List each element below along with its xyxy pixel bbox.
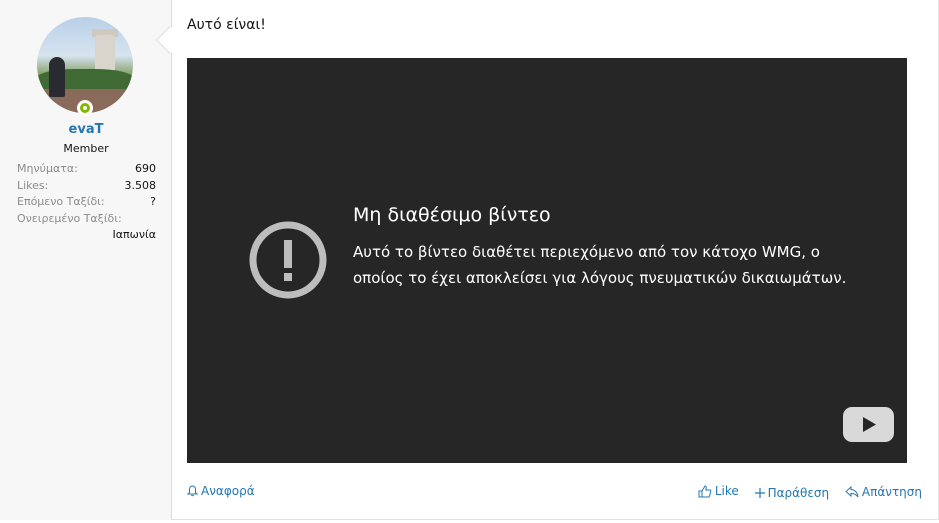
stat-value[interactable]: 690 — [135, 162, 156, 175]
video-unavailable-message: Αυτό το βίντεο διαθέτει περιεχόμενο από … — [353, 243, 847, 287]
stat-label: Μηνύματα: — [17, 162, 78, 175]
alert-circle-icon — [249, 221, 327, 299]
forum-post: evaT Member Μηνύματα: 690 Likes: 3.508 Ε… — [0, 0, 939, 520]
stat-label: Likes: — [17, 178, 49, 192]
stat-value: 3.508 — [124, 178, 157, 192]
stat-value: ? — [150, 195, 156, 208]
reply-button[interactable]: Απάντηση — [845, 485, 922, 499]
message-body-text: Αυτό είναι! — [187, 17, 266, 33]
stat-row-likes: Likes: 3.508 — [17, 179, 156, 196]
stat-row-dream-trip: Ονειρεμένο Ταξίδι: Ιαπωνία — [17, 212, 156, 245]
user-avatar[interactable] — [37, 17, 133, 113]
username-link[interactable]: evaT — [0, 122, 172, 137]
stat-label: Ονειρεμένο Ταξίδι: — [17, 211, 122, 225]
user-stats: Μηνύματα: 690 Likes: 3.508 Επόμενο Ταξίδ… — [17, 162, 156, 245]
stat-row-next-trip: Επόμενο Ταξίδι: ? — [17, 195, 156, 212]
youtube-logo-icon[interactable] — [843, 407, 894, 442]
stat-label: Επόμενο Ταξίδι: — [17, 195, 105, 208]
embedded-video-player[interactable]: Μη διαθέσιμο βίντεο Αυτό το βίντεο διαθέ… — [187, 58, 907, 463]
user-title: Member — [63, 142, 109, 155]
reply-arrow-icon — [845, 485, 859, 497]
like-label: Like — [714, 484, 739, 498]
video-unavailable-title: Μη διαθέσιμο βίντεο — [353, 204, 551, 226]
stat-value: Ιαπωνία — [112, 227, 156, 241]
plus-icon — [754, 487, 765, 498]
online-status-icon — [77, 100, 93, 116]
user-sidebar: evaT Member Μηνύματα: 690 Likes: 3.508 Ε… — [0, 0, 172, 520]
post-actions-left: Αναφορά — [187, 484, 255, 500]
bell-icon — [187, 485, 198, 497]
thumbs-up-icon — [698, 484, 712, 497]
report-label: Αναφορά — [201, 484, 255, 498]
quote-button[interactable]: Παράθεση — [754, 485, 830, 500]
reply-label: Απάντηση — [861, 484, 922, 499]
report-button[interactable]: Αναφορά — [187, 484, 255, 498]
like-button[interactable]: Like — [698, 484, 739, 498]
post-actions-right: Like Παράθεση Απάντηση — [698, 484, 922, 501]
quote-label: Παράθεση — [767, 485, 830, 500]
avatar-photo-person — [49, 57, 65, 97]
stat-row-messages: Μηνύματα: 690 — [17, 162, 156, 179]
